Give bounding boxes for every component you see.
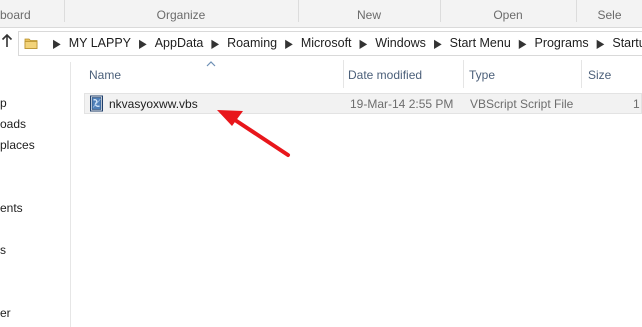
sort-ascending-icon <box>206 61 216 67</box>
address-path-box[interactable]: ▶ MY LAPPY ▶ AppData ▶ Roaming ▶ Microsoft ▶ Wind… <box>18 31 642 56</box>
breadcrumb-windows[interactable]: Windows <box>375 36 426 50</box>
file-size: 1 <box>633 97 640 111</box>
column-header-type[interactable]: Type <box>469 58 495 88</box>
column-header-name[interactable]: Name <box>89 58 121 88</box>
breadcrumb-separator[interactable]: ▶ <box>597 31 605 59</box>
file-name[interactable]: nkvasyoxww.vbs <box>109 94 198 113</box>
breadcrumb-roaming[interactable]: Roaming <box>227 36 277 50</box>
nav-item-recent-places[interactable]: places <box>0 138 35 152</box>
breadcrumb-start-menu[interactable]: Start Menu <box>450 36 511 50</box>
breadcrumb-separator[interactable]: ▶ <box>519 31 527 59</box>
column-divider[interactable] <box>343 60 344 88</box>
column-divider[interactable] <box>463 60 464 88</box>
nav-item-desktop[interactable]: p <box>0 96 7 110</box>
ribbon-group-organize: Organize <box>156 8 206 22</box>
address-bar: ▶ MY LAPPY ▶ AppData ▶ Roaming ▶ Microsoft ▶ Wind… <box>0 31 642 56</box>
breadcrumb: ▶ MY LAPPY ▶ AppData ▶ Roaming ▶ Microsoft ▶ Wind… <box>45 32 642 55</box>
breadcrumb-programs[interactable]: Programs <box>534 36 588 50</box>
breadcrumb-startup[interactable]: Startup <box>612 36 642 50</box>
ribbon-group-bar: board Organize New Open Sele <box>0 0 642 28</box>
ribbon-group-open: Open <box>493 8 523 22</box>
breadcrumb-separator[interactable]: ▶ <box>360 31 368 59</box>
breadcrumb-separator[interactable]: ▶ <box>434 31 442 59</box>
nav-item-documents[interactable]: ents <box>0 201 23 215</box>
breadcrumb-appdata[interactable]: AppData <box>155 36 204 50</box>
column-divider[interactable] <box>581 60 582 88</box>
breadcrumb-microsoft[interactable]: Microsoft <box>301 36 352 50</box>
file-date-modified: 19-Mar-14 2:55 PM <box>350 97 454 111</box>
file-list: Name Date modified Type Size nkvasyoxww.… <box>71 58 642 327</box>
breadcrumb-separator[interactable]: ▶ <box>139 31 147 59</box>
ribbon-group-select: Sele <box>597 8 622 22</box>
vbscript-file-icon <box>90 95 103 112</box>
breadcrumb-separator[interactable]: ▶ <box>53 31 61 59</box>
file-row[interactable]: nkvasyoxww.vbs 19-Mar-14 2:55 PM VBScrip… <box>84 93 642 114</box>
navigation-pane: p oads places ents s er <box>0 62 71 327</box>
nav-item-pictures[interactable]: s <box>0 243 6 257</box>
nav-item-downloads[interactable]: oads <box>0 117 26 131</box>
breadcrumb-separator[interactable]: ▶ <box>285 31 293 59</box>
file-type: VBScript Script File <box>470 97 574 111</box>
breadcrumb-my-lappy[interactable]: MY LAPPY <box>69 36 131 50</box>
up-arrow-icon[interactable] <box>0 33 14 53</box>
folder-icon <box>24 38 38 49</box>
ribbon-group-new: New <box>356 8 381 22</box>
breadcrumb-separator[interactable]: ▶ <box>211 31 219 59</box>
column-header-size[interactable]: Size <box>588 58 611 88</box>
ribbon-group-clipboard: board <box>0 8 31 22</box>
nav-item-computer[interactable]: er <box>0 306 11 320</box>
column-header-date-modified[interactable]: Date modified <box>348 58 422 88</box>
